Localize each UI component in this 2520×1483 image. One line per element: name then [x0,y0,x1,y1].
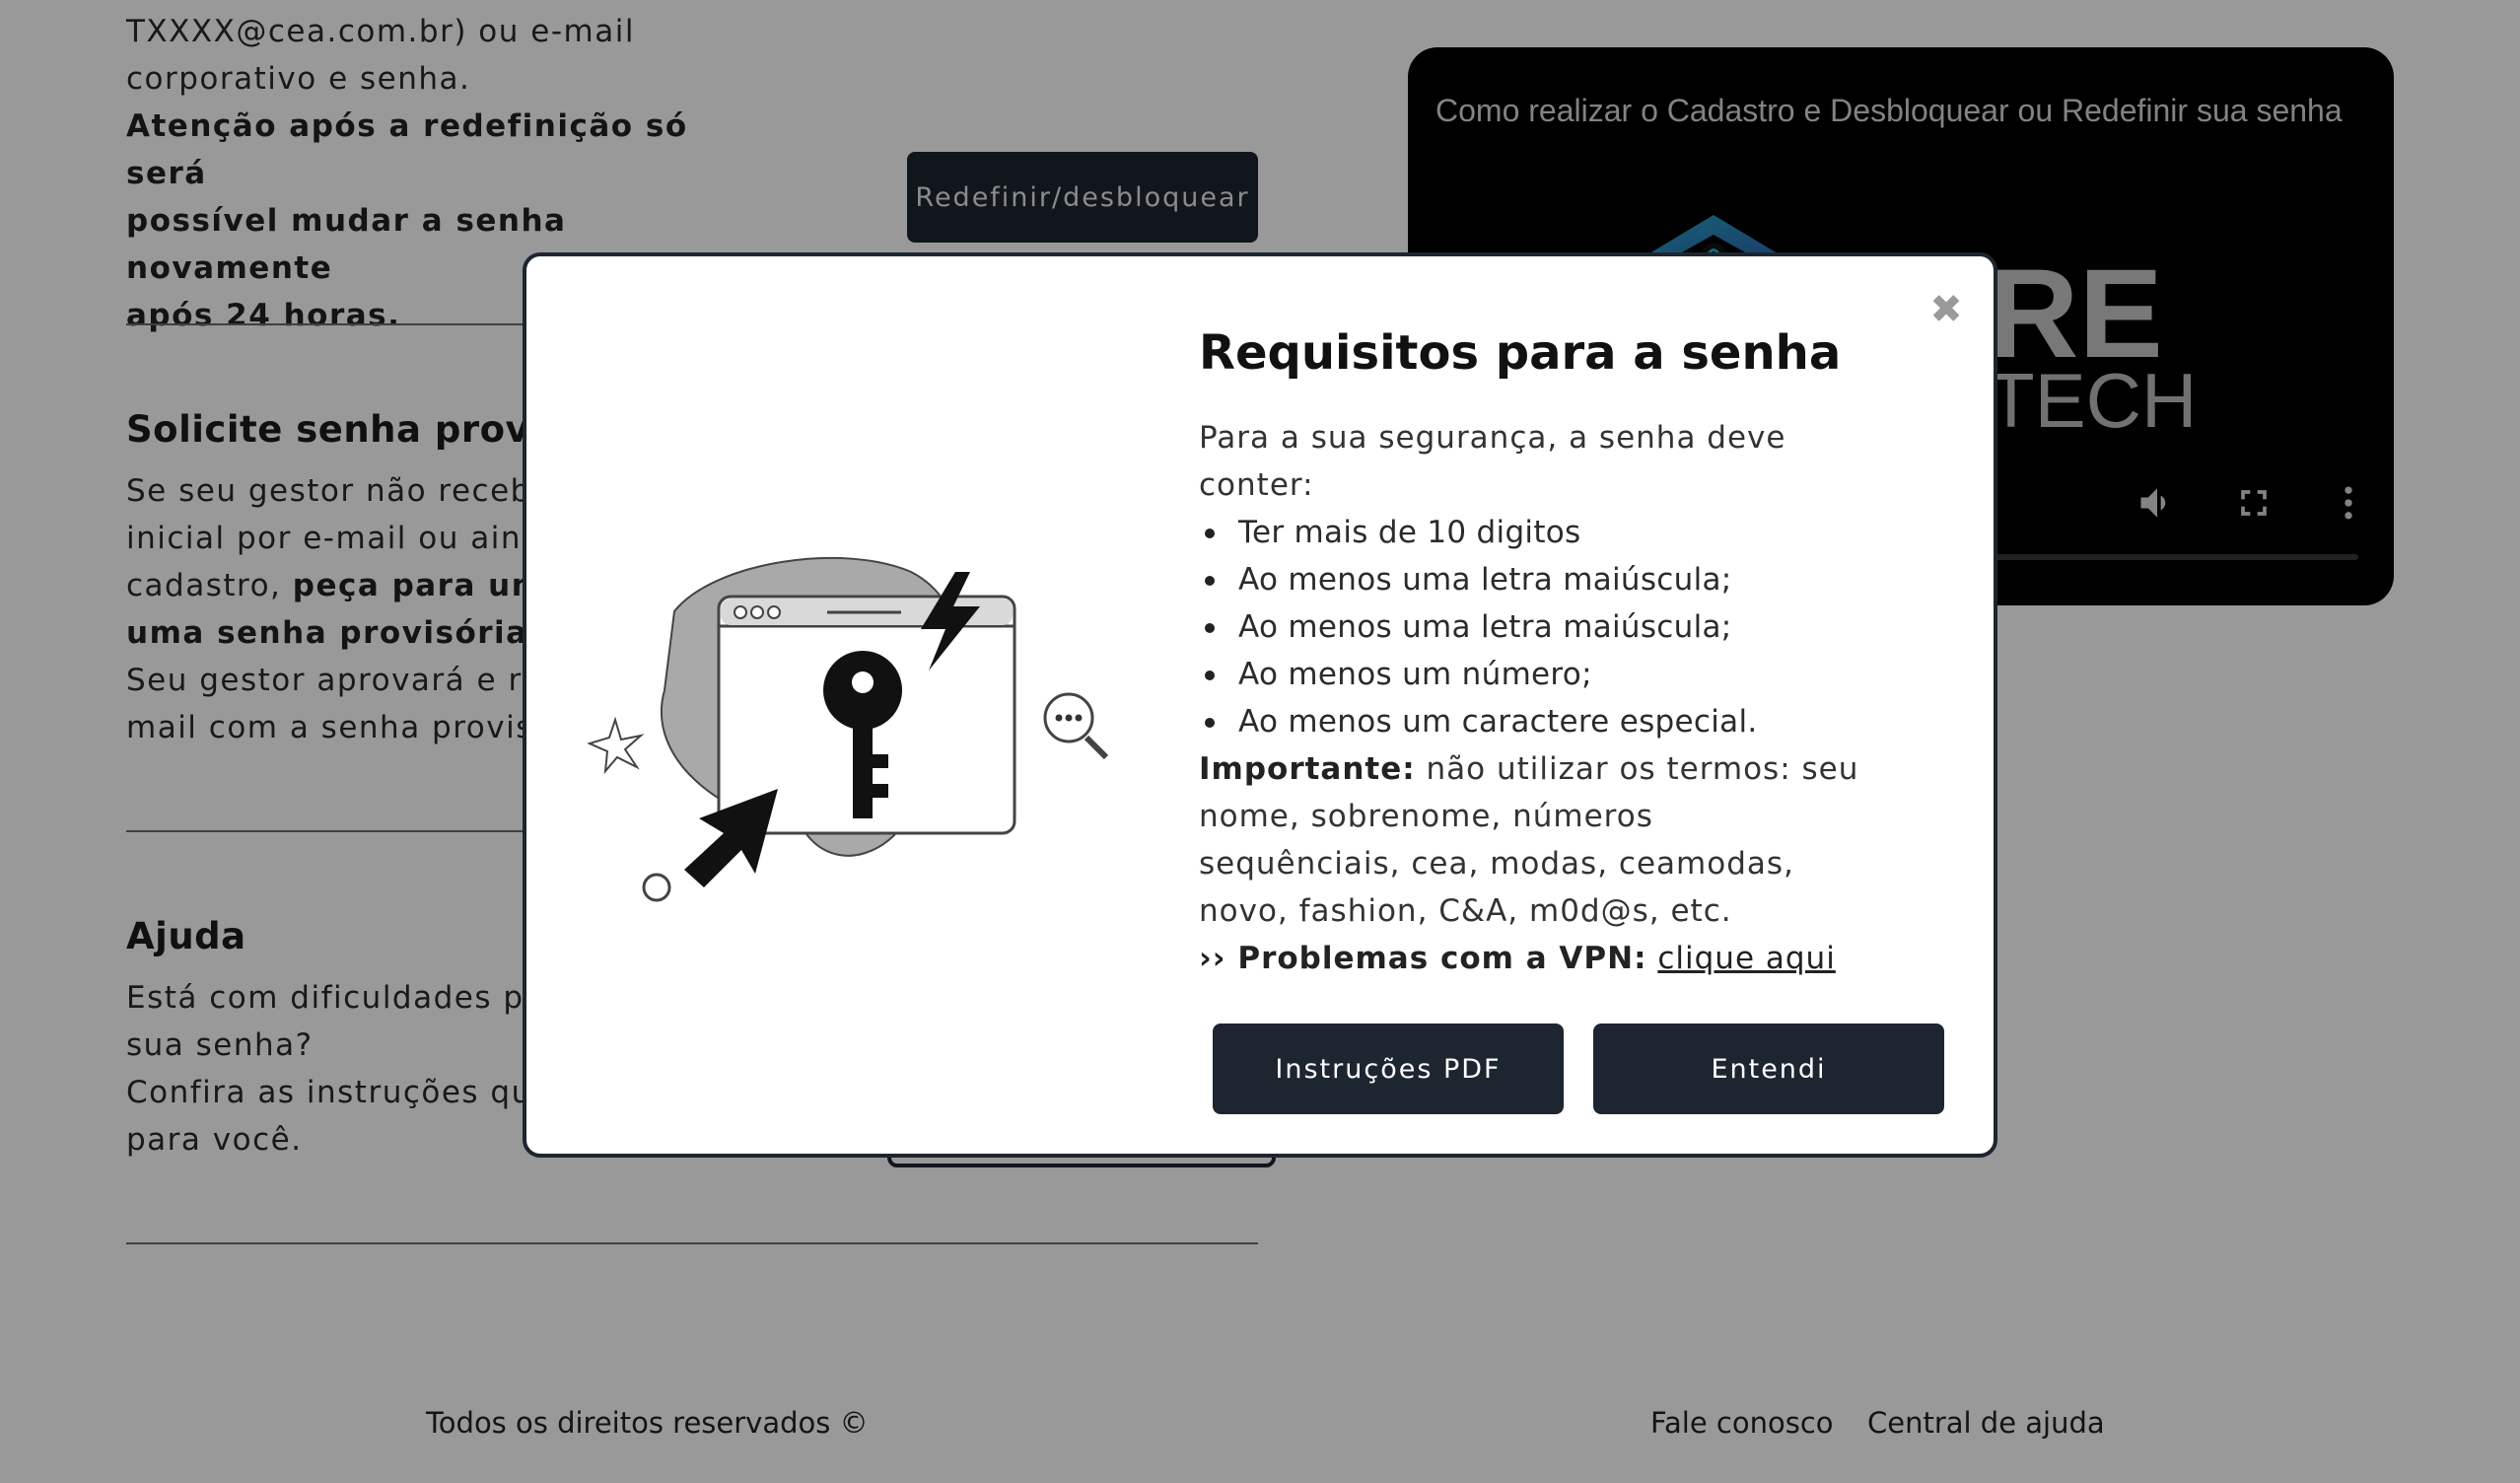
important-note: Importante: não utilizar os termos: seu [1199,751,1859,787]
important-line-4: novo, fashion, C&A, m0d@s, etc. [1199,893,1732,929]
password-requirements-modal: ✖ Requisitos para a senha Para a sua seg… [523,252,1997,1158]
key-browser-illustration [587,556,1109,902]
requirement-item: Ao menos um caractere especial. [1199,698,1869,745]
modal-title: Requisitos para a senha [1199,325,1842,381]
requirement-item: Ter mais de 10 digitos [1199,509,1869,556]
requirements-list: Ter mais de 10 digitos Ao menos uma letr… [1199,509,1869,745]
intro-line-2: conter: [1199,467,1314,503]
page: TXXXX@cea.com.br) ou e-mail corporativo … [0,0,2520,1483]
pdf-instructions-button[interactable]: Instruções PDF [1213,1024,1564,1114]
close-icon[interactable]: ✖ [1926,290,1966,329]
modal-body: Para a sua segurança, a senha deve conte… [1199,414,1869,982]
vpn-label: ›› Problemas com a VPN: [1199,941,1647,976]
understood-button[interactable]: Entendi [1593,1024,1944,1114]
important-label: Importante: [1199,751,1416,787]
requirement-item: Ao menos um número; [1199,651,1869,698]
requirement-item: Ao menos uma letra maiúscula; [1199,556,1869,603]
important-line-3: sequênciais, cea, modas, ceamodas, [1199,846,1794,882]
vpn-help-line: ›› Problemas com a VPN: clique aqui [1199,935,1869,982]
requirement-item: Ao menos uma letra maiúscula; [1199,603,1869,651]
vpn-help-link[interactable]: clique aqui [1657,941,1835,976]
important-line-2: nome, sobrenome, números [1199,799,1653,834]
intro-line-1: Para a sua segurança, a senha deve [1199,420,1786,456]
